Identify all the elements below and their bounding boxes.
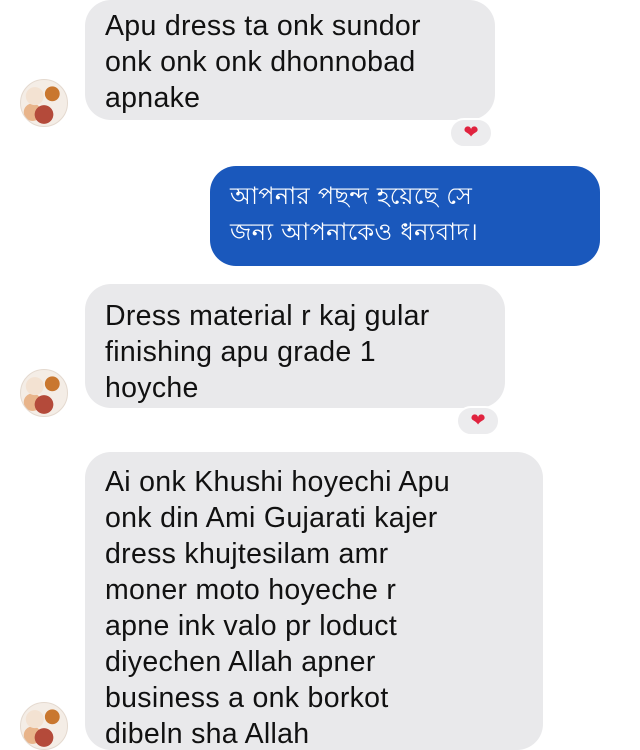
heart-icon: ❤ — [470, 410, 486, 431]
sender-avatar[interactable] — [20, 702, 68, 750]
message-bubble-incoming[interactable]: Ai onk Khushi hoyechi Apu onk din Ami Gu… — [85, 452, 543, 750]
message-bubble-incoming[interactable]: Dress material r kaj gular finishing apu… — [85, 284, 505, 408]
heart-icon: ❤ — [463, 122, 479, 143]
message-bubble-incoming[interactable]: Apu dress ta onk sundor onk onk onk dhon… — [85, 0, 495, 120]
heart-reaction[interactable]: ❤ — [449, 118, 493, 148]
message-bubble-outgoing[interactable]: আপনার পছন্দ হয়েছে সে জন্য আপনাকেও ধন্যব… — [210, 166, 600, 266]
sender-avatar[interactable] — [20, 369, 68, 417]
heart-reaction[interactable]: ❤ — [456, 406, 500, 436]
sender-avatar[interactable] — [20, 79, 68, 127]
